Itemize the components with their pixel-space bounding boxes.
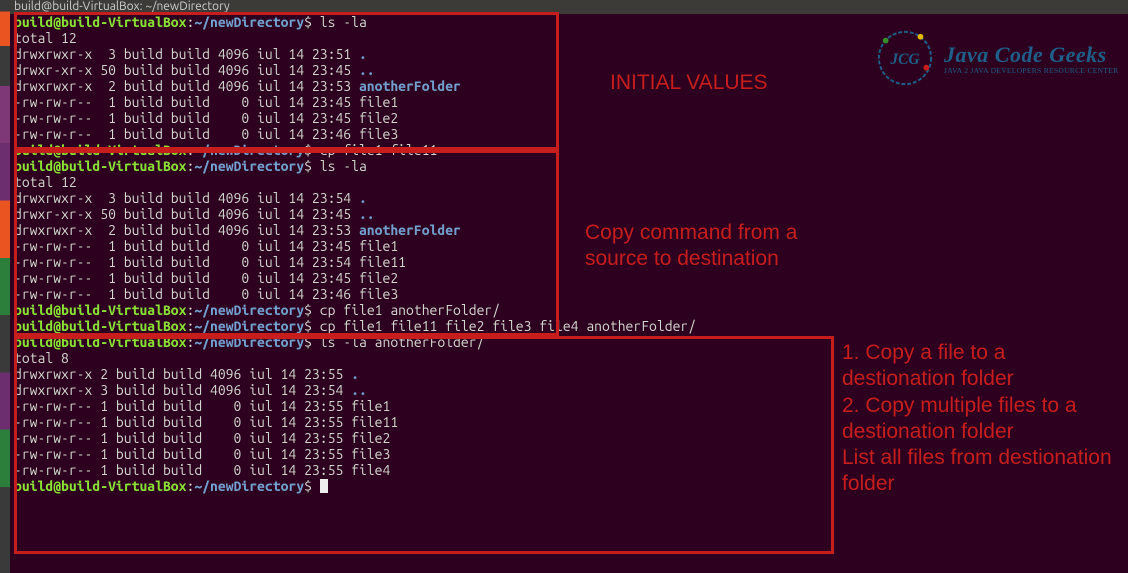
logo-title: Java Code Geeks <box>944 42 1118 68</box>
logo-subtitle: JAVA 2 JAVA DEVELOPERS RESOURCE CENTER <box>944 66 1118 75</box>
svg-text:JCG: JCG <box>889 51 919 68</box>
annotation-copy: Copy command from a source to destinatio… <box>585 220 845 273</box>
logo: JCG Java Code Geeks JAVA 2 JAVA DEVELOPE… <box>876 28 1116 88</box>
unity-launcher <box>0 0 10 573</box>
highlight-box-copy <box>14 150 559 336</box>
highlight-box-initial <box>14 12 559 150</box>
jcg-badge-icon: JCG <box>876 29 934 87</box>
annotation-initial: INITIAL VALUES <box>610 70 768 96</box>
annotation-multi: 1. Copy a file to a destionation folder … <box>842 340 1122 498</box>
highlight-box-multi <box>14 336 834 554</box>
